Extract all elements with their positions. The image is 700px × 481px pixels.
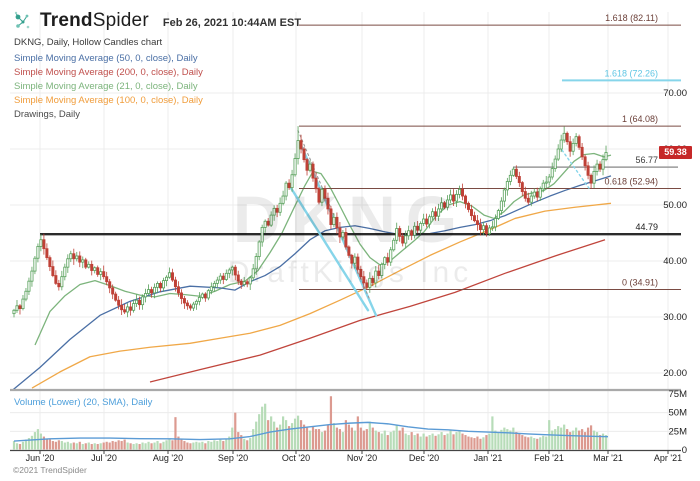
legend-sma-200[interactable]: Simple Moving Average (200, 0, close), D… [14, 67, 203, 78]
trendspider-chart-page: 1.618 (82.11) 1.618 (72.26) 1 (64.08) 56.77… [0, 0, 700, 481]
svg-text:50.00: 50.00 [663, 200, 687, 211]
legend-sma-21[interactable]: Simple Moving Average (21, 0, close), Da… [14, 81, 198, 92]
svg-text:Jan '21: Jan '21 [474, 453, 503, 463]
svg-text:44.79: 44.79 [635, 222, 658, 232]
svg-text:40.00: 40.00 [663, 256, 687, 267]
chart-timestamp: Feb 26, 2021 10:44AM EST [163, 14, 301, 29]
svg-text:Feb '21: Feb '21 [534, 453, 564, 463]
header: TrendSpider Feb 26, 2021 10:44AM EST [12, 10, 301, 32]
legend-volume[interactable]: Volume (Lower) (20, SMA), Daily [14, 397, 152, 408]
svg-text:Oct '20: Oct '20 [282, 453, 310, 463]
chart-title-legend[interactable]: DKNG, Daily, Hollow Candles chart [14, 37, 162, 48]
svg-text:Dec '20: Dec '20 [409, 453, 439, 463]
svg-text:Jul '20: Jul '20 [91, 453, 117, 463]
svg-text:Aug '20: Aug '20 [153, 453, 183, 463]
svg-text:0.618 (52.94): 0.618 (52.94) [604, 177, 658, 187]
svg-text:Nov '20: Nov '20 [347, 453, 377, 463]
legend-drawings[interactable]: Drawings, Daily [14, 109, 80, 120]
brand-spider: Spider [93, 10, 149, 31]
svg-text:Mar '21: Mar '21 [593, 453, 623, 463]
legend-sma-50[interactable]: Simple Moving Average (50, 0, close), Da… [14, 53, 198, 64]
last-price-badge: 59.38 [659, 146, 692, 159]
copyright: ©2021 TrendSpider [13, 465, 87, 475]
brand-trend: Trend [40, 10, 93, 31]
svg-text:25M: 25M [669, 426, 688, 437]
svg-text:0: 0 [682, 445, 687, 456]
legend-sma-100[interactable]: Simple Moving Average (100, 0, close), D… [14, 95, 203, 106]
svg-text:0 (34.91): 0 (34.91) [622, 278, 658, 288]
svg-text:1.618 (72.26): 1.618 (72.26) [604, 68, 658, 78]
svg-text:Apr '21: Apr '21 [654, 453, 682, 463]
svg-text:50M: 50M [669, 408, 688, 419]
svg-text:Sep '20: Sep '20 [218, 453, 248, 463]
svg-text:1.618 (82.11): 1.618 (82.11) [605, 13, 658, 23]
svg-text:75M: 75M [669, 389, 688, 400]
svg-text:70.00: 70.00 [663, 88, 687, 99]
svg-text:1 (64.08): 1 (64.08) [622, 114, 658, 124]
svg-text:30.00: 30.00 [663, 312, 687, 323]
svg-text:56.77: 56.77 [635, 155, 658, 165]
svg-text:Jun '20: Jun '20 [26, 453, 55, 463]
trendspider-logo-icon [12, 10, 34, 32]
svg-text:20.00: 20.00 [663, 368, 687, 379]
brand-logo: TrendSpider [40, 10, 149, 32]
